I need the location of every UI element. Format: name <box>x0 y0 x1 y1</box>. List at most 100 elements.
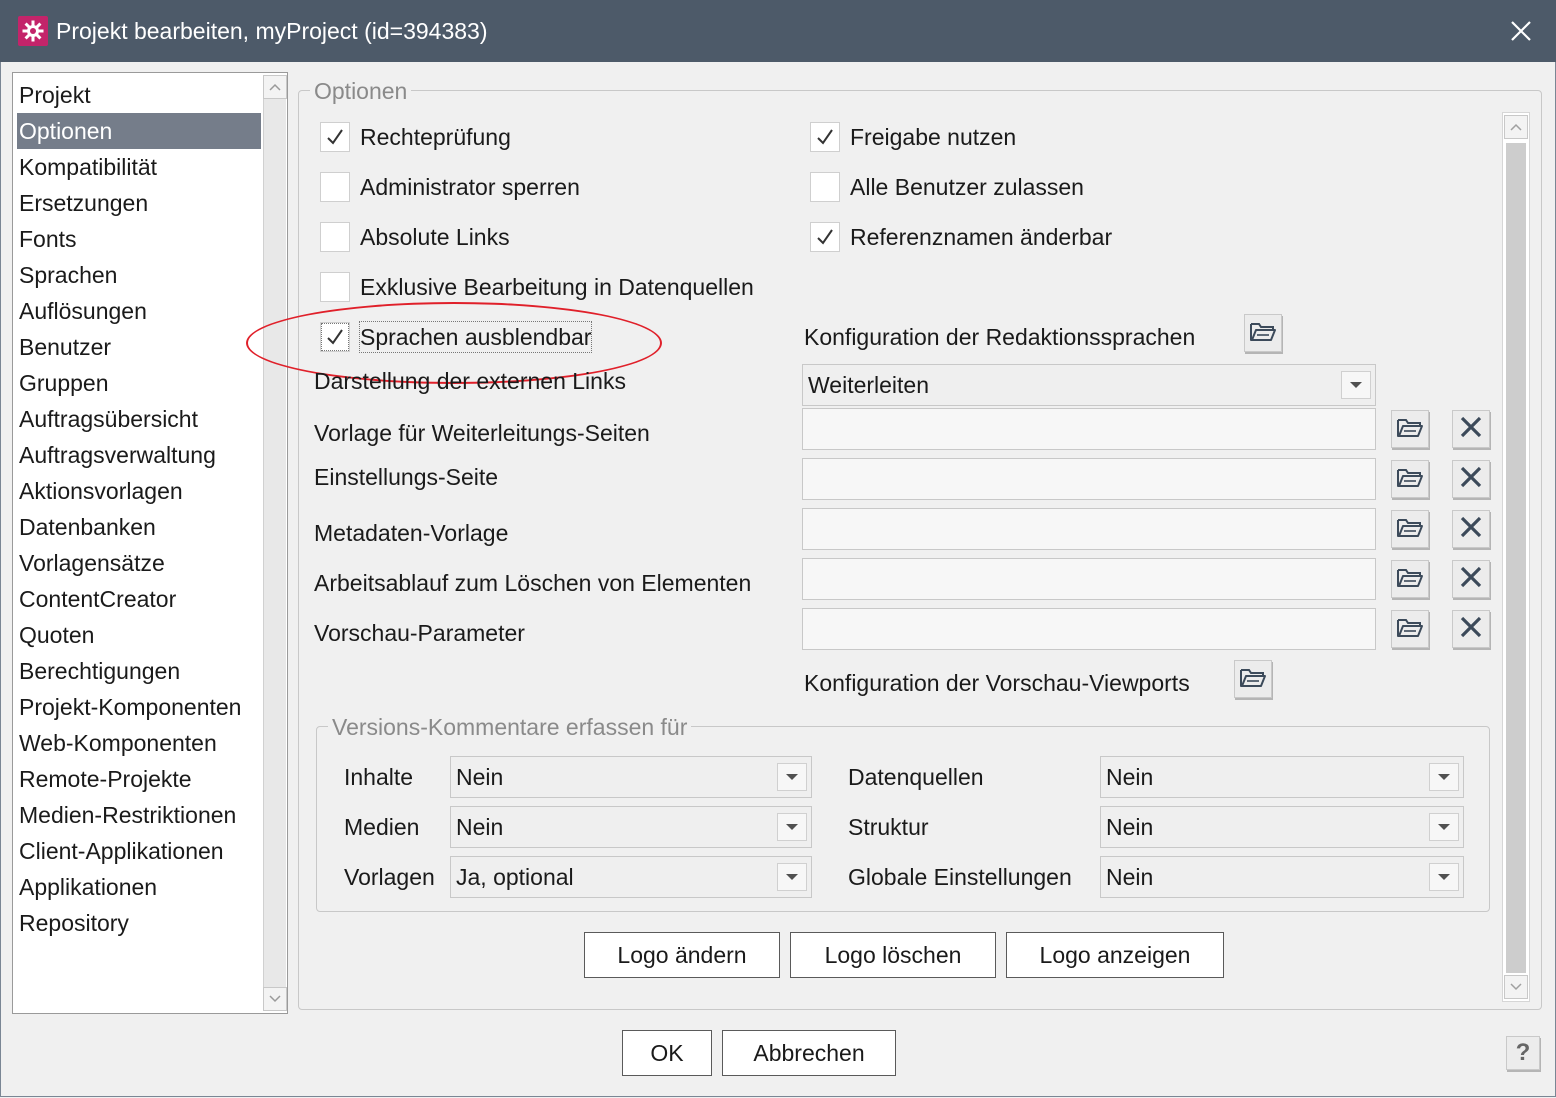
browse-button[interactable] <box>1391 610 1429 648</box>
scroll-up-button[interactable] <box>1504 115 1528 139</box>
close-icon <box>1459 515 1483 544</box>
medien-value: Nein <box>456 814 504 840</box>
folder-open-icon <box>1249 319 1277 348</box>
vorlage-weiterleitung-field[interactable] <box>802 408 1376 450</box>
logo-loeschen-button[interactable]: Logo löschen <box>790 932 996 978</box>
chevron-down-icon[interactable] <box>1429 763 1459 791</box>
sidebar-item[interactable]: Remote-Projekte <box>17 761 261 797</box>
browse-button[interactable] <box>1391 460 1429 498</box>
globale-select[interactable]: Nein <box>1100 856 1464 898</box>
sidebar-item[interactable]: ContentCreator <box>17 581 261 617</box>
chevron-down-icon[interactable] <box>777 863 807 891</box>
options-legend: Optionen <box>310 77 412 105</box>
sidebar-item[interactable]: Gruppen <box>17 365 261 401</box>
struktur-select[interactable]: Nein <box>1100 806 1464 848</box>
sidebar-item[interactable]: Sprachen <box>17 257 261 293</box>
inhalte-select[interactable]: Nein <box>450 756 812 798</box>
darstellung-select[interactable]: Weiterleiten <box>802 364 1376 406</box>
clear-button[interactable] <box>1452 560 1490 598</box>
close-icon[interactable] <box>1504 14 1538 48</box>
sidebar-item[interactable]: Client-Applikationen <box>17 833 261 869</box>
datenquellen-select[interactable]: Nein <box>1100 756 1464 798</box>
logo-anzeigen-button[interactable]: Logo anzeigen <box>1006 932 1224 978</box>
help-button[interactable]: ? <box>1506 1036 1540 1070</box>
checkbox-freigabe[interactable] <box>810 122 840 152</box>
label-darstellung: Darstellung der externen Links <box>314 368 626 394</box>
label-sprachen-ausblendbar: Sprachen ausblendbar <box>358 321 593 353</box>
sidebar-item[interactable]: Benutzer <box>17 329 261 365</box>
folder-open-icon <box>1396 565 1424 594</box>
scroll-up-button[interactable] <box>263 75 287 99</box>
chevron-down-icon[interactable] <box>1429 813 1459 841</box>
clear-button[interactable] <box>1452 610 1490 648</box>
folder-open-icon <box>1396 615 1424 644</box>
close-icon <box>1459 415 1483 444</box>
sidebar-item[interactable]: Repository <box>17 905 261 941</box>
scroll-down-button[interactable] <box>263 987 287 1011</box>
chevron-down-icon[interactable] <box>777 763 807 791</box>
open-folder-button[interactable] <box>1244 314 1282 352</box>
sidebar-item[interactable]: Berechtigungen <box>17 653 261 689</box>
chevron-down-icon[interactable] <box>1429 863 1459 891</box>
sidebar-item[interactable]: Medien-Restriktionen <box>17 797 261 833</box>
scroll-down-button[interactable] <box>1504 975 1528 999</box>
ok-button[interactable]: OK <box>622 1030 712 1076</box>
clear-button[interactable] <box>1452 510 1490 548</box>
chevron-down-icon[interactable] <box>777 813 807 841</box>
sidebar-item[interactable]: Datenbanken <box>17 509 261 545</box>
inhalte-value: Nein <box>456 764 504 790</box>
scrollbar-thumb[interactable] <box>1506 143 1526 973</box>
clear-button[interactable] <box>1452 410 1490 448</box>
label-konfig-viewports: Konfiguration der Vorschau-Viewports <box>804 670 1190 696</box>
nav-scrollbar[interactable] <box>263 75 287 1011</box>
checkbox-alle-benutzer[interactable] <box>810 172 840 202</box>
browse-button[interactable] <box>1391 410 1429 448</box>
sidebar-item[interactable]: Aktionsvorlagen <box>17 473 261 509</box>
metadaten-vorlage-field[interactable] <box>802 508 1376 550</box>
arbeitsablauf-field[interactable] <box>802 558 1376 600</box>
label-alle-benutzer: Alle Benutzer zulassen <box>850 174 1084 200</box>
checkbox-referenznamen[interactable] <box>810 222 840 252</box>
checkbox-exklusiv[interactable] <box>320 272 350 302</box>
browse-button[interactable] <box>1391 560 1429 598</box>
vorschau-parameter-field[interactable] <box>802 608 1376 650</box>
sidebar-item[interactable]: Fonts <box>17 221 261 257</box>
logo-aendern-button[interactable]: Logo ändern <box>584 932 780 978</box>
close-icon <box>1459 465 1483 494</box>
cancel-button[interactable]: Abbrechen <box>722 1030 896 1076</box>
label-rechtepruefung: Rechteprüfung <box>360 124 511 150</box>
sidebar-item[interactable]: Applikationen <box>17 869 261 905</box>
einstellungs-seite-field[interactable] <box>802 458 1376 500</box>
sidebar-item[interactable]: Ersetzungen <box>17 185 261 221</box>
label-metadaten-vorlage: Metadaten-Vorlage <box>314 520 509 546</box>
sidebar-item[interactable]: Projekt <box>17 77 261 113</box>
struktur-value: Nein <box>1106 814 1154 840</box>
medien-select[interactable]: Nein <box>450 806 812 848</box>
sidebar-item[interactable]: Optionen <box>17 113 261 149</box>
browse-button[interactable] <box>1391 510 1429 548</box>
sidebar-item[interactable]: Auflösungen <box>17 293 261 329</box>
vorlagen-value: Ja, optional <box>456 864 574 890</box>
checkbox-sprachen-ausblendbar[interactable] <box>320 322 350 352</box>
open-viewports-button[interactable] <box>1234 660 1272 698</box>
vorlagen-select[interactable]: Ja, optional <box>450 856 812 898</box>
checkbox-admin-sperren[interactable] <box>320 172 350 202</box>
clear-button[interactable] <box>1452 460 1490 498</box>
label-exklusiv: Exklusive Bearbeitung in Datenquellen <box>360 274 754 300</box>
label-struktur: Struktur <box>848 814 929 840</box>
label-medien: Medien <box>344 814 420 840</box>
sidebar-item[interactable]: Auftragsübersicht <box>17 401 261 437</box>
sidebar-item[interactable]: Web-Komponenten <box>17 725 261 761</box>
folder-open-icon <box>1396 515 1424 544</box>
checkbox-absolute-links[interactable] <box>320 222 350 252</box>
close-icon <box>1459 565 1483 594</box>
options-scrollbar[interactable] <box>1502 112 1530 1002</box>
sidebar-item[interactable]: Projekt-Komponenten <box>17 689 261 725</box>
checkbox-rechtepruefung[interactable] <box>320 122 350 152</box>
chevron-down-icon[interactable] <box>1341 371 1371 399</box>
sidebar-item[interactable]: Auftragsverwaltung <box>17 437 261 473</box>
sidebar-item[interactable]: Kompatibilität <box>17 149 261 185</box>
sidebar-item[interactable]: Quoten <box>17 617 261 653</box>
sidebar-item[interactable]: Vorlagensätze <box>17 545 261 581</box>
label-globale-einstellungen: Globale Einstellungen <box>848 864 1072 890</box>
